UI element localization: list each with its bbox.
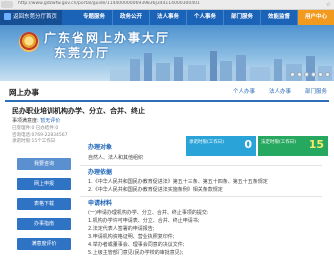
- basis-line: 2.《中华人民共和国民办教育促进法实施条例》相关条款规定: [88, 187, 223, 193]
- stat-legal-days: 法定时限(工作日) 15: [258, 136, 328, 156]
- emblem-icon: [19, 32, 39, 52]
- item-info: 已受理件:0 已办结件:0 咨询电话:0769-22834567 承诺时限:15…: [12, 126, 87, 146]
- evaluate-button[interactable]: 满意度评价: [17, 238, 71, 250]
- apply-online-button[interactable]: 网上申报: [17, 178, 71, 190]
- divider: [80, 196, 322, 197]
- menu-item-legal[interactable]: 法人事务: [150, 10, 187, 25]
- basis-line: 1.《中华人民共和国民办教育促进法》第五十三条、第五十四条、第五十五条规定: [88, 179, 268, 185]
- materials-header: 申请材料: [88, 200, 113, 207]
- material-line: (一)申请办理机构办学、分立、合并、终止事项的提交:: [88, 210, 209, 216]
- banner-subtitle: 东莞分厅: [54, 46, 111, 60]
- section-title-bar: 网上办事 个人办事 法人办事 部门服务: [5, 86, 329, 102]
- consult-button[interactable]: 我要咨询: [17, 158, 71, 170]
- stat-value: 0: [244, 138, 252, 151]
- carousel-dot[interactable]: [311, 72, 316, 77]
- item-title: 民办职业培训机构办学、分立、合并、终止: [12, 107, 145, 115]
- top-navigation: 返回东莞分厅首页 专题服务 政务公开 法人事务 个人事务 部门服务 效能监督 用…: [0, 10, 334, 25]
- browser-tab[interactable]: [1, 1, 13, 8]
- basis-header: 办理依据: [88, 169, 113, 176]
- link-personal[interactable]: 个人办事: [233, 86, 255, 99]
- menu-item-departments[interactable]: 部门服务: [224, 10, 261, 25]
- material-line: 4.举办者或董事会、理事会同意的决议文件;: [88, 242, 185, 248]
- home-link[interactable]: 返回东莞分厅首页: [0, 10, 62, 25]
- download-forms-button[interactable]: 表格下载: [17, 198, 71, 210]
- link-legal[interactable]: 法人办事: [269, 86, 291, 99]
- menu-item-supervision[interactable]: 效能监督: [261, 10, 298, 25]
- carousel-dot[interactable]: [290, 72, 295, 77]
- link-departments[interactable]: 部门服务: [305, 86, 327, 99]
- page-title: 网上办事: [9, 88, 39, 97]
- section-links: 个人办事 法人办事 部门服务: [233, 86, 327, 99]
- carousel-dot[interactable]: [304, 72, 309, 77]
- carousel-dots: [290, 72, 330, 77]
- material-line: 2.法定代表人签署的申请报告;: [88, 226, 155, 232]
- target-text: 自然人、法人和其他组织: [88, 155, 144, 161]
- material-line: 3.申请机构资格证明、营业执照复印件;: [88, 234, 175, 240]
- home-icon: [4, 13, 11, 20]
- info-line: 承诺时限:15个工作日: [12, 139, 56, 144]
- bookmark-star-icon[interactable]: ☆: [326, 0, 331, 9]
- target-header: 办理对象: [88, 144, 113, 151]
- material-line: 5.上级主管部门意见(民办学校的审批意见);: [88, 250, 184, 256]
- site-banner: 广东省网上办事大厅 东莞分厅: [0, 25, 334, 81]
- guide-button[interactable]: 办事指南: [17, 218, 71, 230]
- browser-address-bar: http://www.gdzwfw.gov.cn/portal/guide/11…: [0, 0, 334, 10]
- carousel-dot[interactable]: [297, 72, 302, 77]
- satisfaction-row: 事项满意度: 暂无评价: [12, 117, 60, 124]
- carousel-dot[interactable]: [325, 72, 330, 77]
- satisfaction-value[interactable]: 暂无评价: [40, 118, 60, 124]
- url-field[interactable]: http://www.gdzwfw.gov.cn/portal/guide/11…: [18, 1, 318, 7]
- stat-promised-days: 承诺时限(工作日) 0: [186, 136, 256, 156]
- user-center-button[interactable]: 用户中心: [298, 10, 334, 25]
- material-line: 1.机构办学许可申请表、分立、合并、终止申请书;: [88, 218, 200, 224]
- menu-item-personal[interactable]: 个人事务: [187, 10, 224, 25]
- divider: [80, 165, 322, 166]
- carousel-dot[interactable]: [318, 72, 323, 77]
- menu-item-special[interactable]: 专题服务: [76, 10, 113, 25]
- menu-item-public[interactable]: 政务公开: [113, 10, 150, 25]
- home-link-label: 返回东莞分厅首页: [13, 14, 58, 20]
- stat-label: 承诺时限(工作日): [189, 140, 225, 145]
- stat-label: 法定时限(工作日): [261, 140, 297, 145]
- satisfaction-label: 事项满意度:: [12, 118, 39, 124]
- main-menu: 专题服务 政务公开 法人事务 个人事务 部门服务 效能监督: [76, 10, 298, 25]
- stat-value: 15: [308, 138, 324, 151]
